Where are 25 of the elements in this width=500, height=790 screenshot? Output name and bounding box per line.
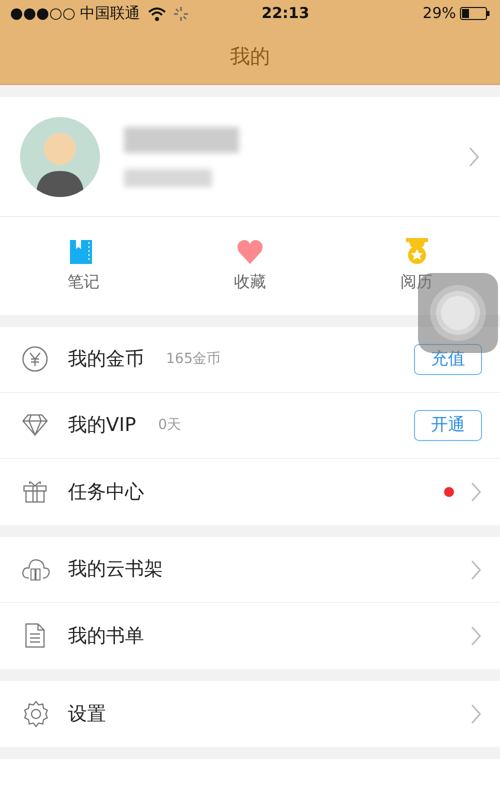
shortcut-label[interactable]: 收藏: [234, 270, 266, 294]
chevron-right-icon: [470, 558, 482, 580]
menu-row[interactable]: 我的金币 165金币 充值: [0, 327, 500, 393]
chevron-right-icon: [470, 625, 482, 647]
chevron-right-icon: [470, 481, 482, 503]
menu-detail: 0天: [158, 416, 181, 435]
heart-icon: [236, 238, 264, 266]
status-time: 22:13: [262, 3, 310, 24]
menu-row[interactable]: 我的VIP 0天 开通: [0, 393, 500, 459]
chevron-right-icon: [468, 146, 480, 168]
carrier-text: ●●●○○ 中国联通: [10, 3, 140, 24]
menu-row[interactable]: 设置: [0, 681, 500, 747]
menu-row[interactable]: 任务中心: [0, 459, 500, 525]
menu-row[interactable]: 我的云书架: [0, 537, 500, 603]
battery-percent: 29%: [422, 3, 456, 24]
wifi-icon: [148, 6, 166, 20]
menu-row[interactable]: 我的书单: [0, 603, 500, 669]
chevron-right-icon: [470, 703, 482, 725]
loading-icon: [174, 6, 188, 20]
page-title: 我的: [230, 42, 270, 70]
menu-detail: 165金币: [166, 350, 221, 369]
yuan-icon: [22, 346, 50, 374]
battery-icon: [460, 7, 490, 20]
gear-icon: [22, 700, 50, 728]
shortcut-label[interactable]: 笔记: [67, 270, 100, 294]
